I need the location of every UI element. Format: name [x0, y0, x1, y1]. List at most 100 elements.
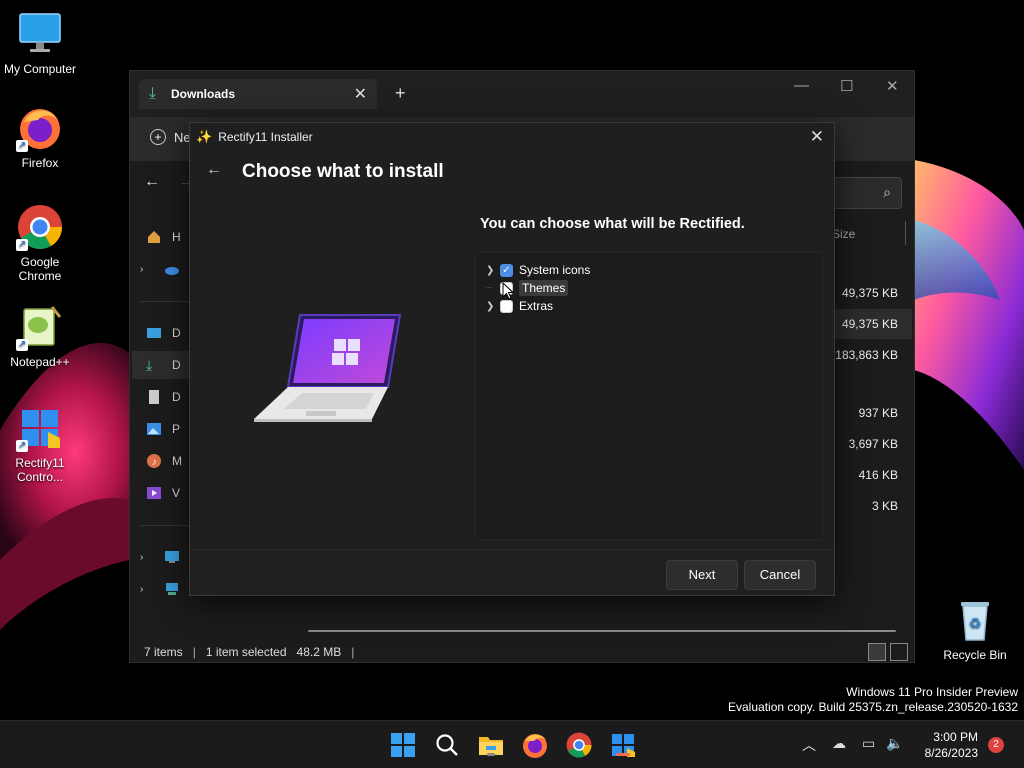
- sidebar-item-label: D: [172, 390, 181, 404]
- back-arrow-icon[interactable]: ←: [144, 173, 160, 191]
- chevron-right-icon[interactable]: ❯: [486, 301, 500, 312]
- shortcut-arrow-icon: ↗: [16, 339, 28, 351]
- evaluation-watermark: Windows 11 Pro Insider Preview Evaluatio…: [728, 685, 1018, 715]
- details-view-icon[interactable]: [868, 643, 886, 661]
- tree-item-themes[interactable]: ┈ Themes: [486, 279, 569, 297]
- desktop-icon-label: Notepad++: [10, 355, 70, 369]
- close-window-icon[interactable]: ✕: [886, 77, 899, 95]
- file-size-cell: 937 KB: [858, 406, 898, 420]
- sidebar-item-label: P: [172, 422, 181, 436]
- tab-downloads[interactable]: ⤓ Downloads ✕: [139, 79, 377, 109]
- sparkle-icon: ✨: [196, 129, 213, 144]
- sidebar-item-videos[interactable]: V: [146, 479, 180, 507]
- network-icon[interactable]: ▭: [862, 735, 875, 752]
- checkbox-checked[interactable]: ✓: [500, 263, 513, 277]
- horizontal-scrollbar[interactable]: [308, 630, 896, 632]
- desktop-icon-google-chrome[interactable]: ↗ Google Chrome: [0, 203, 80, 283]
- desktop-icon-label: Google Chrome: [18, 255, 62, 283]
- cancel-button[interactable]: Cancel: [744, 560, 816, 590]
- desktop-icon-firefox[interactable]: ↗ Firefox: [0, 104, 80, 170]
- page-title: Choose what to install: [242, 161, 444, 182]
- clock[interactable]: 3:00 PM 8/26/2023: [925, 729, 978, 761]
- desktop-icon-recycle-bin[interactable]: ♻ Recycle Bin: [935, 596, 1015, 662]
- tree-connector: ┈: [486, 282, 493, 294]
- component-tree: ❯ ✓ System icons ┈ Themes ❯ Extras: [475, 252, 823, 540]
- sidebar-item-desktop[interactable]: D: [146, 319, 181, 347]
- mouse-pointer-icon: [502, 281, 515, 303]
- tree-item-label: System icons: [519, 263, 591, 277]
- svg-text:♻: ♻: [969, 615, 982, 631]
- back-arrow-icon[interactable]: ←: [206, 161, 222, 179]
- notification-badge[interactable]: 2: [988, 737, 1004, 753]
- taskbar-file-explorer[interactable]: [477, 731, 505, 759]
- status-separator: |: [351, 645, 355, 659]
- column-header-size[interactable]: Size: [832, 227, 855, 241]
- chevron-right-icon[interactable]: ❯: [486, 265, 500, 276]
- notepad-plus-plus-icon: ↗: [16, 303, 64, 351]
- firefox-icon: [523, 734, 547, 758]
- chevron-up-icon[interactable]: ︿: [802, 735, 816, 755]
- maximize-icon[interactable]: ☐: [840, 77, 853, 95]
- laptop-illustration: [250, 309, 410, 427]
- taskbar-rectify11-installer[interactable]: [609, 731, 637, 759]
- taskbar: ︿ ☁ ▭ 🔈 3:00 PM 8/26/2023 2: [0, 720, 1024, 768]
- desktop-icon-notepad-plus-plus[interactable]: ↗ Notepad++: [0, 303, 80, 369]
- rectify11-icon: ↗: [16, 404, 64, 452]
- search-button[interactable]: [433, 731, 461, 759]
- chevron-right-icon: ›: [140, 263, 144, 275]
- search-box[interactable]: ⌕: [830, 177, 902, 209]
- sidebar-item-label: V: [172, 486, 181, 500]
- dialog-title-bar: ✨ Rectify11 Installer: [190, 123, 834, 151]
- column-separator[interactable]: [905, 221, 906, 245]
- desktop-icon-label: Rectify11 Contro...: [15, 456, 65, 484]
- new-button[interactable]: + Ne: [150, 129, 191, 145]
- chevron-right-icon: ›: [140, 551, 144, 563]
- file-size-cell: 49,375 KB: [841, 286, 898, 300]
- cloud-offline-icon[interactable]: ☁: [832, 735, 846, 752]
- file-size-cell: 416 KB: [858, 468, 898, 482]
- close-icon[interactable]: ✕: [810, 127, 824, 147]
- search-icon: [436, 734, 458, 756]
- watermark-line: Evaluation copy. Build 25375.zn_release.…: [728, 700, 1018, 714]
- download-icon: ⤓: [149, 85, 157, 102]
- desktop-icon-rectify11-control[interactable]: ↗ Rectify11 Contro...: [0, 404, 80, 484]
- active-indicator: [616, 753, 630, 756]
- svg-text:♪: ♪: [152, 457, 157, 468]
- dialog-subtitle: You can choose what will be Rectified.: [480, 216, 745, 232]
- monitor-icon: [16, 10, 64, 58]
- tiles-view-icon[interactable]: [890, 643, 908, 661]
- close-tab-icon[interactable]: ✕: [354, 84, 367, 104]
- file-size-cell: 3 KB: [871, 499, 898, 513]
- new-tab-button[interactable]: +: [395, 83, 406, 104]
- desktop-icon-label: My Computer: [3, 62, 77, 76]
- tree-item-system-icons[interactable]: ❯ ✓ System icons: [486, 261, 590, 279]
- picture-icon: [146, 421, 162, 437]
- desktop-icon-my-computer[interactable]: My Computer: [0, 10, 80, 76]
- desktop-icon-label: Recycle Bin: [943, 648, 1007, 662]
- sidebar-item-label: D: [172, 326, 181, 340]
- download-icon: ⤓: [146, 357, 153, 373]
- sidebar-item-music[interactable]: ♪ M: [146, 447, 182, 475]
- sidebar-item-home[interactable]: H: [146, 223, 181, 251]
- desktop-icon-label: Firefox: [21, 156, 59, 170]
- sidebar-item-label: D: [172, 358, 181, 372]
- plus-circle-icon: +: [150, 129, 166, 145]
- taskbar-firefox[interactable]: [521, 731, 549, 759]
- volume-icon[interactable]: 🔈: [886, 735, 903, 752]
- dialog-title: Rectify11 Installer: [218, 130, 313, 144]
- sidebar-item-pictures[interactable]: P: [146, 415, 180, 443]
- taskbar-chrome[interactable]: [565, 731, 593, 759]
- video-icon: [146, 485, 162, 501]
- next-button[interactable]: Next: [666, 560, 738, 590]
- minimize-icon[interactable]: —: [794, 77, 809, 94]
- file-size-cell: 49,375 KB: [841, 317, 898, 331]
- running-indicator: [487, 753, 495, 756]
- sidebar-item-documents[interactable]: D: [146, 383, 181, 411]
- selection-size: 48.2 MB: [296, 645, 342, 659]
- tree-item-extras[interactable]: ❯ Extras: [486, 297, 553, 315]
- start-button[interactable]: [389, 731, 417, 759]
- tab-label: Downloads: [171, 87, 236, 101]
- tree-item-label: Extras: [519, 299, 554, 313]
- selection-count: 1 item selected: [205, 645, 287, 659]
- shortcut-arrow-icon: ↗: [16, 440, 28, 452]
